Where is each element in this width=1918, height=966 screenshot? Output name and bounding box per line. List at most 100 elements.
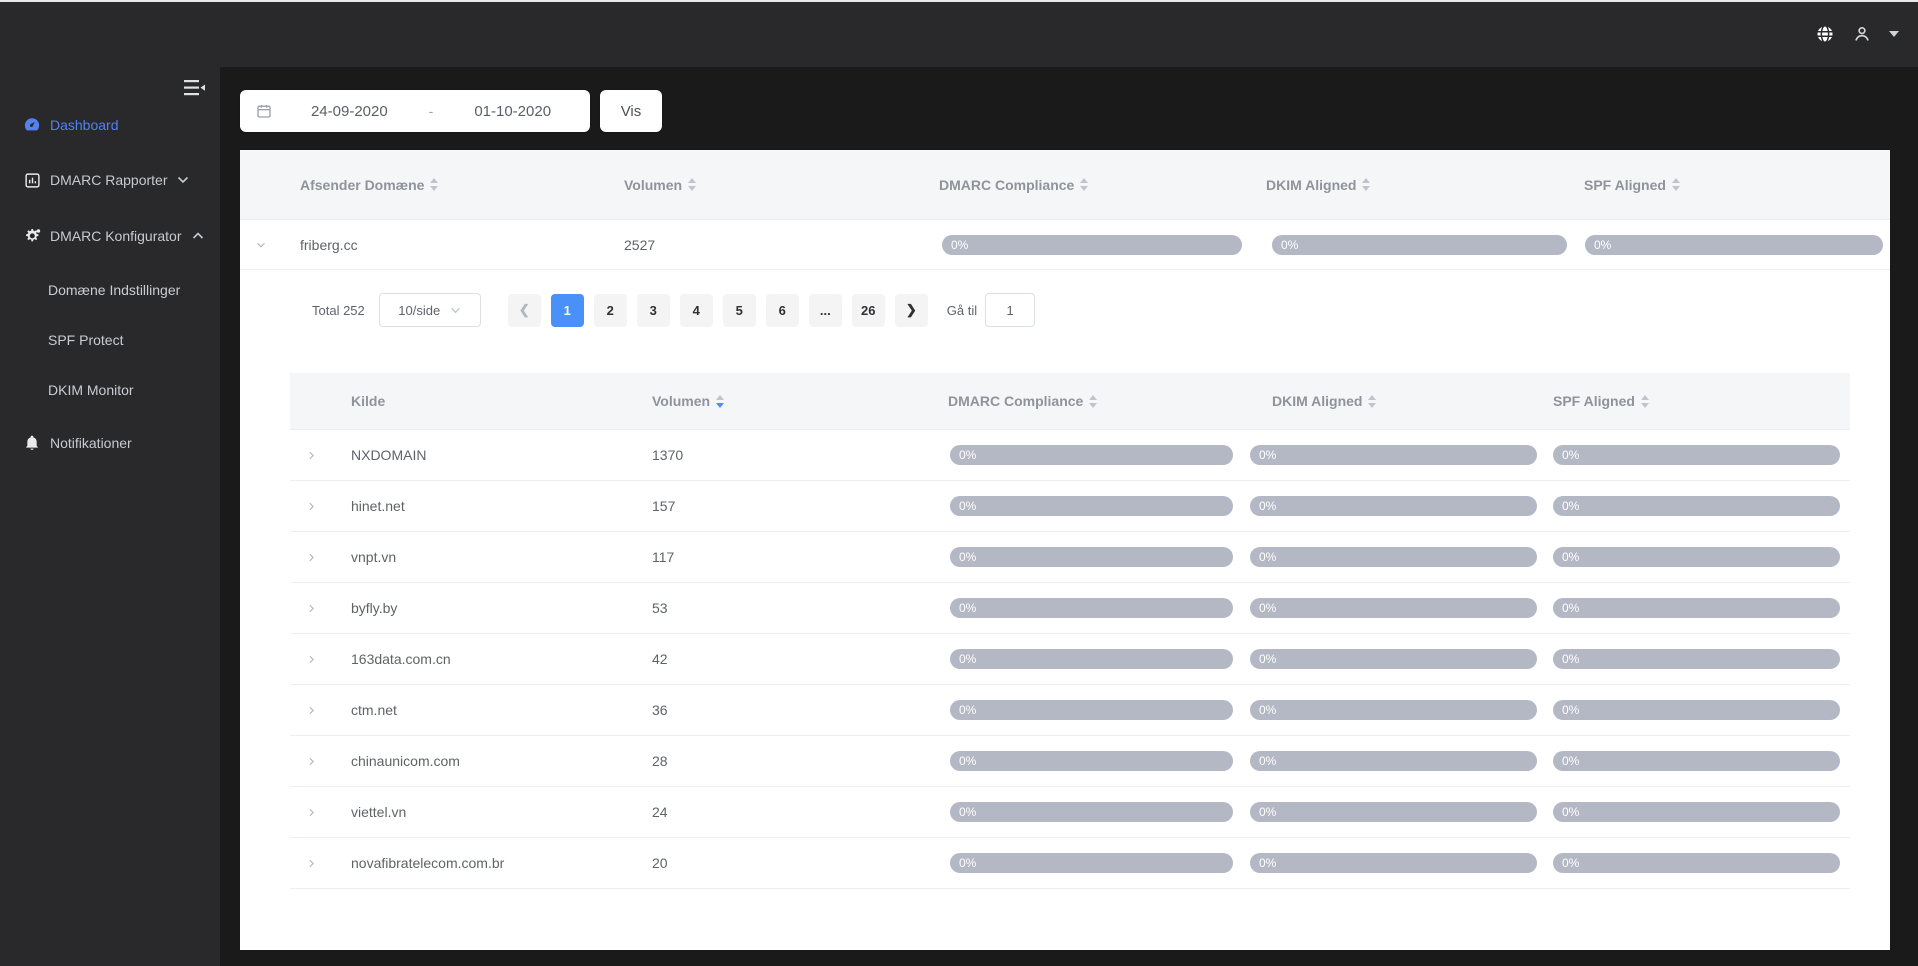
date-range-picker[interactable]: 24-09-2020 - 01-10-2020 bbox=[240, 90, 590, 132]
page-button[interactable]: 1 bbox=[551, 294, 584, 327]
column-header-kilde[interactable]: Kilde bbox=[351, 373, 385, 429]
column-label: Kilde bbox=[351, 393, 385, 409]
table-row[interactable]: NXDOMAIN13700%0%0% bbox=[290, 430, 1850, 481]
next-page-button[interactable]: ❯ bbox=[895, 294, 928, 327]
column-header-spf-aligned[interactable]: SPF Aligned bbox=[1553, 373, 1649, 429]
sidebar-subitem-domaene-indstillinger[interactable]: Domæne Indstillinger bbox=[0, 272, 220, 308]
page-button[interactable]: 2 bbox=[594, 294, 627, 327]
expand-row-chevron-icon[interactable] bbox=[305, 685, 318, 735]
bar-chart-icon bbox=[22, 172, 42, 189]
bell-icon bbox=[22, 434, 42, 452]
collapse-row-chevron-icon[interactable] bbox=[254, 220, 268, 269]
expand-row-chevron-icon[interactable] bbox=[305, 430, 318, 480]
column-header-afsender-domaene[interactable]: Afsender Domæne bbox=[300, 150, 438, 219]
sidebar-subitem-dkim-monitor[interactable]: DKIM Monitor bbox=[0, 372, 220, 408]
column-label: SPF Aligned bbox=[1584, 177, 1666, 193]
sidebar-subitem-label: Domæne Indstillinger bbox=[48, 282, 180, 298]
more-pages-button[interactable]: ... bbox=[809, 294, 842, 327]
spf-aligned-bar: 0% bbox=[1553, 751, 1840, 771]
apply-filter-button[interactable]: Vis bbox=[600, 90, 662, 132]
topbar-actions bbox=[1814, 0, 1900, 67]
expand-row-chevron-icon[interactable] bbox=[305, 481, 318, 531]
column-header-spf-aligned[interactable]: SPF Aligned bbox=[1584, 150, 1680, 219]
table-row-friberg[interactable]: friberg.cc 2527 0% 0% 0% bbox=[240, 220, 1890, 270]
expand-row-chevron-icon[interactable] bbox=[305, 532, 318, 582]
pagination: Total 252 10/side ❮ 123456...26 ❯ Gå til bbox=[312, 293, 1035, 327]
column-header-dmarc-compliance[interactable]: DMARC Compliance bbox=[948, 373, 1097, 429]
content-card: Afsender Domæne Volumen DMARC Compliance… bbox=[240, 150, 1890, 950]
sidebar-collapse-icon[interactable] bbox=[180, 76, 208, 100]
spf-aligned-bar: 0% bbox=[1553, 598, 1840, 618]
source-cell: novafibratelecom.com.br bbox=[351, 838, 504, 888]
sort-icon[interactable] bbox=[1672, 178, 1680, 191]
table-row[interactable]: byfly.by530%0%0% bbox=[290, 583, 1850, 634]
user-account-icon[interactable] bbox=[1852, 24, 1872, 44]
dkim-aligned-bar: 0% bbox=[1250, 649, 1537, 669]
table-row[interactable]: vnpt.vn1170%0%0% bbox=[290, 532, 1850, 583]
source-cell: viettel.vn bbox=[351, 787, 406, 837]
dkim-aligned-bar: 0% bbox=[1250, 496, 1537, 516]
sort-icon[interactable] bbox=[1368, 395, 1376, 408]
spf-aligned-bar: 0% bbox=[1585, 235, 1883, 255]
spf-aligned-bar: 0% bbox=[1553, 700, 1840, 720]
table-row[interactable]: chinaunicom.com280%0%0% bbox=[290, 736, 1850, 787]
dmarc-compliance-bar: 0% bbox=[950, 700, 1233, 720]
expand-row-chevron-icon[interactable] bbox=[305, 583, 318, 633]
column-label: DMARC Compliance bbox=[948, 393, 1083, 409]
volume-cell: 157 bbox=[652, 481, 675, 531]
sidebar-subitem-label: SPF Protect bbox=[48, 332, 123, 348]
volume-cell: 28 bbox=[652, 736, 668, 786]
source-cell: 163data.com.cn bbox=[351, 634, 451, 684]
dmarc-compliance-bar: 0% bbox=[950, 802, 1233, 822]
goto-page-input[interactable] bbox=[985, 293, 1035, 327]
prev-page-button[interactable]: ❮ bbox=[508, 294, 541, 327]
sidebar-item-dmarc-konfigurator[interactable]: DMARC Konfigurator bbox=[0, 216, 220, 256]
page-button[interactable]: 5 bbox=[723, 294, 756, 327]
top-bar bbox=[0, 0, 1918, 67]
page-button[interactable]: 3 bbox=[637, 294, 670, 327]
column-header-dmarc-compliance[interactable]: DMARC Compliance bbox=[939, 150, 1088, 219]
sort-icon[interactable] bbox=[1362, 178, 1370, 191]
date-from-value[interactable]: 24-09-2020 bbox=[272, 103, 427, 120]
sidebar-subitem-spf-protect[interactable]: SPF Protect bbox=[0, 322, 220, 358]
date-to-value[interactable]: 01-10-2020 bbox=[435, 103, 590, 120]
sort-icon[interactable] bbox=[430, 178, 438, 191]
column-label: SPF Aligned bbox=[1553, 393, 1635, 409]
table-row[interactable]: hinet.net1570%0%0% bbox=[290, 481, 1850, 532]
expand-row-chevron-icon[interactable] bbox=[305, 787, 318, 837]
sort-icon[interactable] bbox=[688, 178, 696, 191]
volume-cell: 42 bbox=[652, 634, 668, 684]
sort-icon[interactable] bbox=[1641, 395, 1649, 408]
table-row[interactable]: novafibratelecom.com.br200%0%0% bbox=[290, 838, 1850, 889]
expand-row-chevron-icon[interactable] bbox=[305, 634, 318, 684]
user-menu-caret-icon[interactable] bbox=[1888, 30, 1900, 38]
page-button[interactable]: 26 bbox=[852, 294, 885, 327]
column-header-volumen[interactable]: Volumen bbox=[652, 373, 724, 429]
dmarc-compliance-bar: 0% bbox=[942, 235, 1242, 255]
sidebar-item-dmarc-rapporter[interactable]: DMARC Rapporter bbox=[0, 160, 220, 200]
sort-icon[interactable] bbox=[1089, 395, 1097, 408]
sidebar-item-dashboard[interactable]: Dashboard bbox=[0, 105, 220, 145]
sidebar-item-label: DMARC Konfigurator bbox=[50, 228, 182, 244]
spf-aligned-bar: 0% bbox=[1553, 496, 1840, 516]
language-globe-icon[interactable] bbox=[1814, 23, 1836, 45]
chevron-down-icon bbox=[450, 307, 461, 314]
expand-row-chevron-icon[interactable] bbox=[305, 736, 318, 786]
page-button[interactable]: 4 bbox=[680, 294, 713, 327]
column-header-dkim-aligned[interactable]: DKIM Aligned bbox=[1272, 373, 1376, 429]
sort-icon[interactable] bbox=[1080, 178, 1088, 191]
sort-icon-descending-active[interactable] bbox=[716, 395, 724, 408]
page-button[interactable]: 6 bbox=[766, 294, 799, 327]
sidebar-item-notifikationer[interactable]: Notifikationer bbox=[0, 423, 220, 463]
expand-row-chevron-icon[interactable] bbox=[305, 838, 318, 888]
gears-icon bbox=[22, 227, 42, 246]
table-row[interactable]: ctm.net360%0%0% bbox=[290, 685, 1850, 736]
page-size-select[interactable]: 10/side bbox=[379, 293, 481, 327]
column-label: Volumen bbox=[624, 177, 682, 193]
column-header-volumen[interactable]: Volumen bbox=[624, 150, 696, 219]
dmarc-compliance-bar: 0% bbox=[950, 751, 1233, 771]
column-header-dkim-aligned[interactable]: DKIM Aligned bbox=[1266, 150, 1370, 219]
table-row[interactable]: viettel.vn240%0%0% bbox=[290, 787, 1850, 838]
table-row[interactable]: 163data.com.cn420%0%0% bbox=[290, 634, 1850, 685]
sidebar-subitem-label: DKIM Monitor bbox=[48, 382, 134, 398]
